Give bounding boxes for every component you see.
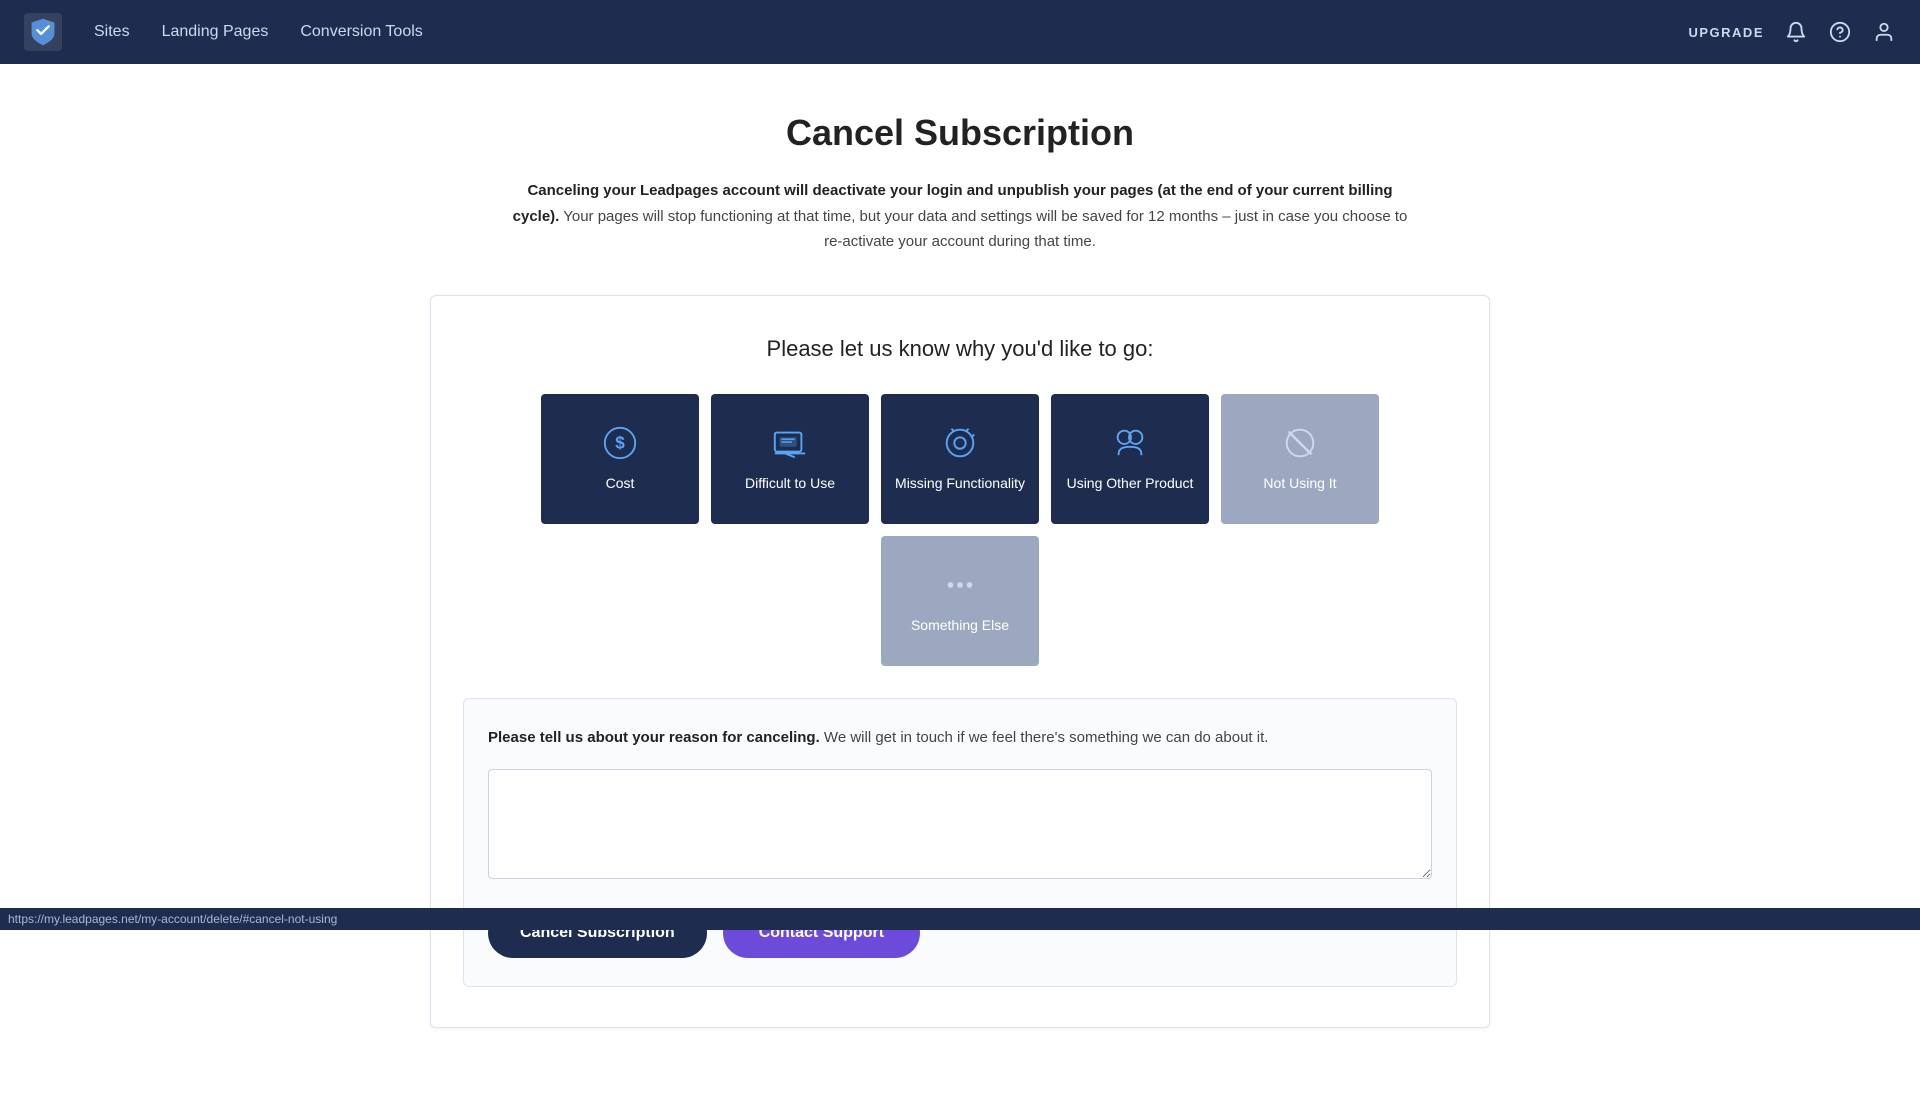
reason-options: $ Cost Difficult to Use (463, 394, 1457, 666)
reason-cost[interactable]: $ Cost (541, 394, 699, 524)
nav-left: Sites Landing Pages Conversion Tools (24, 13, 423, 51)
reason-difficult[interactable]: Difficult to Use (711, 394, 869, 524)
cost-icon: $ (601, 424, 639, 462)
nav-link-landing-pages[interactable]: Landing Pages (162, 23, 269, 41)
main-content: Cancel Subscription Canceling your Leadp… (410, 64, 1510, 1108)
navbar: Sites Landing Pages Conversion Tools Upg… (0, 0, 1920, 64)
user-icon[interactable] (1872, 20, 1896, 44)
missing-icon (941, 424, 979, 462)
page-subtitle: Canceling your Leadpages account will de… (510, 178, 1410, 255)
not-using-icon (1281, 424, 1319, 462)
svg-text:$: $ (615, 434, 625, 453)
reason-missing[interactable]: Missing Functionality (881, 394, 1039, 524)
feedback-section: Please tell us about your reason for can… (463, 698, 1457, 988)
reason-not-using[interactable]: Not Using It (1221, 394, 1379, 524)
logo-icon[interactable] (24, 13, 62, 51)
other-product-icon (1111, 424, 1149, 462)
feedback-prompt-rest: We will get in touch if we feel there's … (820, 729, 1269, 746)
feedback-textarea[interactable] (488, 769, 1432, 879)
nav-links: Sites Landing Pages Conversion Tools (94, 23, 423, 41)
reason-other-product-label: Using Other Product (1067, 474, 1194, 492)
reason-not-using-label: Not Using It (1263, 474, 1336, 492)
page-title: Cancel Subscription (430, 112, 1490, 154)
card-heading: Please let us know why you'd like to go: (463, 336, 1457, 362)
nav-right: Upgrade (1688, 20, 1896, 44)
reason-cost-label: Cost (606, 474, 635, 492)
status-url: https://my.leadpages.net/my-account/dele… (8, 912, 337, 926)
status-bar: https://my.leadpages.net/my-account/dele… (0, 908, 1920, 930)
help-icon[interactable] (1828, 20, 1852, 44)
reason-difficult-label: Difficult to Use (745, 474, 835, 492)
reason-something-else[interactable]: Something Else (881, 536, 1039, 666)
bell-icon[interactable] (1784, 20, 1808, 44)
reason-missing-label: Missing Functionality (895, 474, 1025, 492)
reason-other-product[interactable]: Using Other Product (1051, 394, 1209, 524)
difficult-icon (771, 424, 809, 462)
feedback-prompt: Please tell us about your reason for can… (488, 727, 1432, 750)
feedback-prompt-bold: Please tell us about your reason for can… (488, 729, 820, 746)
reason-something-else-label: Something Else (911, 616, 1009, 634)
subtitle-rest: Your pages will stop functioning at that… (559, 208, 1407, 251)
nav-link-sites[interactable]: Sites (94, 23, 130, 41)
something-else-icon (941, 566, 979, 604)
upgrade-button[interactable]: Upgrade (1688, 25, 1764, 40)
nav-link-conversion-tools[interactable]: Conversion Tools (300, 23, 422, 41)
